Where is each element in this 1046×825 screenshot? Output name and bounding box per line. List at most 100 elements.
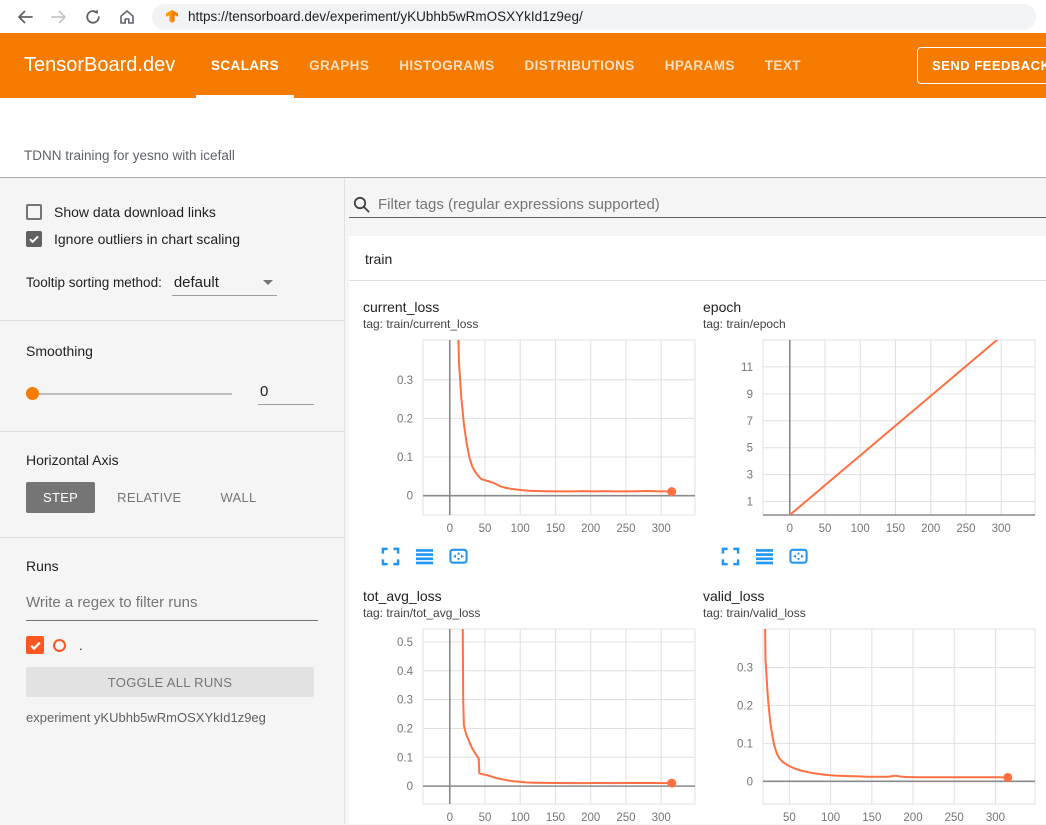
svg-text:250: 250 bbox=[956, 523, 975, 535]
svg-text:200: 200 bbox=[921, 523, 940, 535]
run-color-circle-icon[interactable] bbox=[53, 639, 66, 652]
settings-sidebar: Show data download links Ignore outliers… bbox=[0, 178, 345, 824]
horizontal-axis-buttons: STEPRELATIVEWALL bbox=[26, 482, 314, 513]
checkbox-icon[interactable] bbox=[26, 231, 42, 247]
fullscreen-icon[interactable] bbox=[381, 547, 400, 566]
axis-button-relative[interactable]: RELATIVE bbox=[100, 482, 198, 513]
app-header: TensorBoard.dev SCALARSGRAPHSHISTOGRAMSD… bbox=[0, 33, 1046, 98]
charts-grid: current_losstag: train/current_loss00.10… bbox=[349, 281, 1046, 824]
tab-graphs[interactable]: GRAPHS bbox=[294, 33, 384, 98]
tab-distributions[interactable]: DISTRIBUTIONS bbox=[510, 33, 650, 98]
toggle-all-runs-button[interactable]: TOGGLE ALL RUNS bbox=[26, 667, 314, 697]
tooltip-sorting-select[interactable]: default bbox=[172, 274, 277, 296]
runs-regex-input[interactable] bbox=[26, 590, 318, 621]
ignore-outliers-checkbox-row[interactable]: Ignore outliers in chart scaling bbox=[26, 231, 314, 247]
svg-text:300: 300 bbox=[652, 812, 671, 824]
svg-text:0.2: 0.2 bbox=[737, 701, 753, 713]
chart-title: epoch bbox=[703, 299, 1039, 315]
svg-text:100: 100 bbox=[511, 523, 530, 535]
experiment-id-text: experiment yKUbhb5wRmOSXYkId1z9eg bbox=[26, 710, 314, 725]
tab-text[interactable]: TEXT bbox=[750, 33, 816, 98]
tag-filter-input[interactable] bbox=[378, 196, 1046, 213]
svg-text:0.3: 0.3 bbox=[397, 375, 413, 387]
back-icon[interactable] bbox=[10, 4, 40, 30]
svg-text:0.1: 0.1 bbox=[737, 738, 753, 750]
svg-text:200: 200 bbox=[581, 523, 600, 535]
section-title[interactable]: train bbox=[349, 236, 1046, 281]
svg-text:3: 3 bbox=[747, 470, 753, 482]
run-name: . bbox=[79, 638, 83, 653]
axis-button-wall[interactable]: WALL bbox=[203, 482, 273, 513]
chart-toolbar bbox=[363, 547, 699, 566]
svg-text:150: 150 bbox=[862, 812, 881, 824]
svg-text:0.2: 0.2 bbox=[397, 413, 413, 425]
svg-text:0: 0 bbox=[407, 491, 413, 503]
svg-text:0: 0 bbox=[747, 776, 753, 788]
svg-text:250: 250 bbox=[616, 812, 635, 824]
fit-domain-icon[interactable] bbox=[449, 547, 468, 566]
run-checkbox-icon[interactable] bbox=[26, 636, 44, 654]
svg-text:0.5: 0.5 bbox=[397, 637, 413, 649]
axis-button-step[interactable]: STEP bbox=[26, 482, 95, 513]
svg-text:11: 11 bbox=[741, 362, 753, 374]
forward-icon[interactable] bbox=[44, 4, 74, 30]
chart-title: tot_avg_loss bbox=[363, 588, 699, 604]
checkbox-label: Show data download links bbox=[54, 204, 216, 220]
url-text: https://tensorboard.dev/experiment/yKUbh… bbox=[188, 9, 583, 24]
run-row[interactable]: . bbox=[26, 636, 314, 654]
chart-tot_avg_loss: tot_avg_loss tag: train/tot_avg_loss 0 0.1 0… bbox=[363, 588, 699, 824]
svg-text:50: 50 bbox=[783, 812, 796, 824]
tab-histograms[interactable]: HISTOGRAMS bbox=[384, 33, 509, 98]
fit-domain-icon[interactable] bbox=[789, 547, 808, 566]
browser-toolbar: https://tensorboard.dev/experiment/yKUbh… bbox=[0, 0, 1046, 33]
home-icon[interactable] bbox=[112, 4, 142, 30]
svg-text:0.3: 0.3 bbox=[397, 695, 413, 707]
svg-text:100: 100 bbox=[851, 523, 870, 535]
tooltip-sorting-value: default bbox=[174, 274, 219, 291]
slider-thumb[interactable] bbox=[26, 387, 39, 400]
send-feedback-button[interactable]: SEND FEEDBACK bbox=[917, 47, 1046, 84]
svg-text:250: 250 bbox=[616, 523, 635, 535]
chart-epoch: epochtag: train/epoch1357911050100150200… bbox=[703, 299, 1039, 566]
runs-selector-icon[interactable] bbox=[755, 547, 774, 566]
svg-text:0.4: 0.4 bbox=[397, 666, 414, 678]
search-icon bbox=[353, 196, 370, 213]
svg-text:200: 200 bbox=[903, 812, 922, 824]
svg-text:150: 150 bbox=[546, 812, 565, 824]
svg-text:0: 0 bbox=[447, 812, 453, 824]
chart-plot-area[interactable]: 1357911050100150200250300 bbox=[703, 337, 1039, 539]
chart-tag: tag: train/valid_loss bbox=[703, 606, 1039, 620]
fullscreen-icon[interactable] bbox=[721, 547, 740, 566]
chart-tag: tag: train/tot_avg_loss bbox=[363, 606, 699, 620]
address-bar[interactable]: https://tensorboard.dev/experiment/yKUbh… bbox=[152, 4, 1036, 30]
svg-text:0: 0 bbox=[447, 523, 453, 535]
chart-valid_loss: valid_losstag: train/valid_loss00.10.20.… bbox=[703, 588, 1039, 824]
tab-hparams[interactable]: HPARAMS bbox=[650, 33, 750, 98]
divider bbox=[0, 537, 344, 538]
show-download-links-checkbox-row[interactable]: Show data download links bbox=[26, 204, 314, 220]
slider-track[interactable] bbox=[26, 393, 232, 395]
tensorboard-favicon-icon bbox=[164, 9, 180, 25]
reload-icon[interactable] bbox=[78, 4, 108, 30]
chart-plot-area[interactable]: 00.10.20.350100150200250300 bbox=[703, 626, 1039, 824]
svg-text:300: 300 bbox=[986, 812, 1005, 824]
tab-scalars[interactable]: SCALARS bbox=[196, 33, 294, 98]
train-section-card: train current_losstag: train/current_los… bbox=[349, 236, 1046, 824]
checkbox-icon[interactable] bbox=[26, 204, 42, 220]
svg-text:100: 100 bbox=[821, 812, 840, 824]
svg-text:1: 1 bbox=[747, 497, 753, 509]
tooltip-sorting-label: Tooltip sorting method: bbox=[26, 275, 162, 290]
checkbox-label: Ignore outliers in chart scaling bbox=[54, 231, 240, 247]
chart-plot-area[interactable]: 00.10.20.3050100150200250300 bbox=[363, 337, 699, 539]
runs-selector-icon[interactable] bbox=[415, 547, 434, 566]
brand-logo[interactable]: TensorBoard.dev bbox=[0, 33, 196, 98]
svg-text:9: 9 bbox=[747, 389, 753, 401]
svg-text:50: 50 bbox=[479, 523, 492, 535]
smoothing-value[interactable]: 0 bbox=[258, 383, 314, 405]
svg-text:0.1: 0.1 bbox=[397, 752, 413, 764]
chart-title: current_loss bbox=[363, 299, 699, 315]
smoothing-slider[interactable] bbox=[26, 387, 232, 401]
chart-plot-area[interactable]: 00.10.20.30.40.5050100150200250300 bbox=[363, 626, 699, 824]
svg-text:200: 200 bbox=[581, 812, 600, 824]
runs-label: Runs bbox=[26, 558, 314, 574]
